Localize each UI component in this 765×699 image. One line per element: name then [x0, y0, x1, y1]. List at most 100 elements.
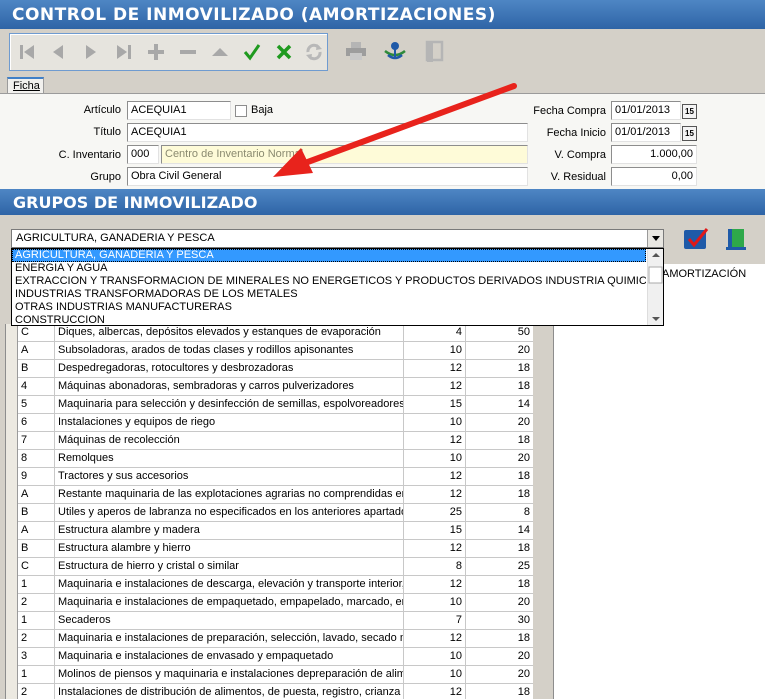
add-record-button[interactable] — [141, 34, 171, 70]
dropdown-option[interactable]: EXTRACCION Y TRANSFORMACION DE MINERALES… — [12, 275, 646, 288]
row-selector[interactable] — [6, 414, 18, 432]
table-row[interactable]: B Estructura alambre y hierro 12 18 — [6, 540, 533, 558]
group-exit-button[interactable] — [720, 224, 752, 254]
row-selector[interactable] — [6, 396, 18, 414]
table-row[interactable]: A Estructura alambre y madera 15 14 — [6, 522, 533, 540]
next-icon — [86, 45, 96, 59]
cell-code: 2 — [18, 594, 55, 612]
table-row[interactable]: 9 Tractores y sus accesorios 12 18 — [6, 468, 533, 486]
up-button[interactable] — [205, 34, 235, 70]
row-selector[interactable] — [6, 522, 18, 540]
cell-code: 4 — [18, 378, 55, 396]
row-selector[interactable] — [6, 630, 18, 648]
table-row[interactable]: C Diques, albercas, depósitos elevados y … — [6, 324, 533, 342]
table-row[interactable]: 4 Máquinas abonadoras, sembradoras y carr… — [6, 378, 533, 396]
inventario-code-input[interactable]: 000 — [127, 145, 159, 164]
cell-code: 1 — [18, 666, 55, 684]
tab-strip: Ficha — [0, 77, 765, 94]
first-record-button[interactable] — [12, 34, 42, 70]
row-selector[interactable] — [6, 558, 18, 576]
row-selector[interactable] — [6, 594, 18, 612]
cell-description: Estructura alambre y hierro — [55, 540, 404, 558]
table-row[interactable]: 7 Máquinas de recolección 12 18 — [6, 432, 533, 450]
delete-record-button[interactable] — [173, 34, 203, 70]
table-row[interactable]: 2 Maquinaria e instalaciones de preparaci… — [6, 630, 533, 648]
row-selector[interactable] — [6, 486, 18, 504]
fecha-inicio-calendar-icon[interactable]: 15 — [682, 126, 697, 141]
table-row[interactable]: 1 Maquinaria e instalaciones de descarga,… — [6, 576, 533, 594]
articulo-input[interactable]: ACEQUIA1 — [127, 101, 231, 120]
check-all-button[interactable] — [680, 224, 712, 254]
row-selector[interactable] — [6, 342, 18, 360]
cell-description: Estructura alambre y madera — [55, 522, 404, 540]
row-selector[interactable] — [6, 450, 18, 468]
table-row[interactable]: 6 Instalaciones y equipos de riego 10 20 — [6, 414, 533, 432]
v-residual-input[interactable]: 0,00 — [611, 167, 697, 186]
cell-value-1: 8 — [404, 558, 466, 576]
row-selector[interactable] — [6, 432, 18, 450]
row-selector[interactable] — [6, 540, 18, 558]
titulo-input[interactable]: ACEQUIA1 — [127, 123, 528, 142]
group-select-button[interactable] — [647, 230, 663, 247]
inventario-label: C. Inventario — [58, 149, 121, 161]
row-selector[interactable] — [6, 378, 18, 396]
group-select-value: AGRICULTURA, GANADERIA Y PESCA — [16, 232, 215, 244]
row-selector[interactable] — [6, 504, 18, 522]
dropdown-option[interactable]: OTRAS INDUSTRIAS MANUFACTURERAS — [12, 301, 646, 314]
table-row[interactable]: A Subsoladoras, arados de todas clases y … — [6, 342, 533, 360]
cell-value-1: 12 — [404, 540, 466, 558]
table-row[interactable]: 2 Instalaciones de distribución de alimen… — [6, 684, 533, 699]
prev-record-button[interactable] — [43, 34, 73, 70]
confirm-button[interactable] — [237, 34, 267, 70]
tab-ficha[interactable]: Ficha — [7, 77, 44, 94]
cell-description: Despedregadoras, rotocultores y desbroza… — [55, 360, 404, 378]
fecha-compra-input[interactable]: 01/01/2013 — [611, 101, 681, 120]
refresh-button[interactable] — [299, 34, 329, 70]
dropdown-scrollbar[interactable] — [647, 249, 663, 325]
table-row[interactable]: A Restante maquinaria de las explotacione… — [6, 486, 533, 504]
exit-button[interactable] — [419, 33, 449, 69]
row-selector[interactable] — [6, 360, 18, 378]
cell-code: 1 — [18, 576, 55, 594]
table-row[interactable]: 8 Remolques 10 20 — [6, 450, 533, 468]
baja-checkbox[interactable] — [235, 105, 247, 117]
table-row[interactable]: 5 Maquinaria para selección y desinfecció… — [6, 396, 533, 414]
row-selector[interactable] — [6, 648, 18, 666]
cell-value-1: 12 — [404, 360, 466, 378]
dropdown-option[interactable]: AGRICULTURA, GANADERIA Y PESCA — [12, 249, 646, 262]
table-row[interactable]: 3 Maquinaria e instalaciones de envasado … — [6, 648, 533, 666]
cancel-button[interactable] — [269, 34, 299, 70]
next-record-button[interactable] — [76, 34, 106, 70]
row-selector[interactable] — [6, 684, 18, 699]
network-button[interactable] — [380, 33, 410, 69]
table-row[interactable]: 1 Secaderos 7 30 — [6, 612, 533, 630]
refresh-icon — [306, 43, 322, 61]
group-dropdown-list[interactable]: AGRICULTURA, GANADERIA Y PESCA ENERGIA Y … — [11, 248, 664, 326]
cell-description: Instalaciones de distribución de aliment… — [55, 684, 404, 699]
group-select[interactable]: AGRICULTURA, GANADERIA Y PESCA — [11, 229, 664, 248]
table-row[interactable]: B Despedregadoras, rotocultores y desbroz… — [6, 360, 533, 378]
grupo-input[interactable]: Obra Civil General — [127, 167, 528, 186]
last-record-button[interactable] — [109, 34, 139, 70]
delete-icon — [180, 50, 196, 54]
row-selector[interactable] — [6, 576, 18, 594]
dropdown-option[interactable]: CONSTRUCCION — [12, 314, 646, 325]
table-row[interactable]: B Utiles y aperos de labranza no especifi… — [6, 504, 533, 522]
table-row[interactable]: C Estructura de hierro y cristal o simila… — [6, 558, 533, 576]
cell-value-2: 18 — [466, 432, 533, 450]
cell-value-2: 18 — [466, 468, 533, 486]
row-selector[interactable] — [6, 324, 18, 342]
table-row[interactable]: 2 Maquinaria e instalaciones de empaqueta… — [6, 594, 533, 612]
dropdown-option[interactable]: INDUSTRIAS TRANSFORMADORAS DE LOS METALE… — [12, 288, 646, 301]
row-selector[interactable] — [6, 666, 18, 684]
table-row[interactable]: 1 Molinos de piensos y maquinaria e insta… — [6, 666, 533, 684]
cell-value-2: 18 — [466, 576, 533, 594]
v-compra-input[interactable]: 1.000,00 — [611, 145, 697, 164]
row-selector[interactable] — [6, 612, 18, 630]
fecha-inicio-input[interactable]: 01/01/2013 — [611, 123, 681, 142]
fecha-compra-calendar-icon[interactable]: 15 — [682, 104, 697, 119]
cell-value-1: 15 — [404, 522, 466, 540]
row-selector[interactable] — [6, 468, 18, 486]
print-button[interactable] — [341, 33, 371, 69]
dropdown-option[interactable]: ENERGIA Y AGUA — [12, 262, 646, 275]
